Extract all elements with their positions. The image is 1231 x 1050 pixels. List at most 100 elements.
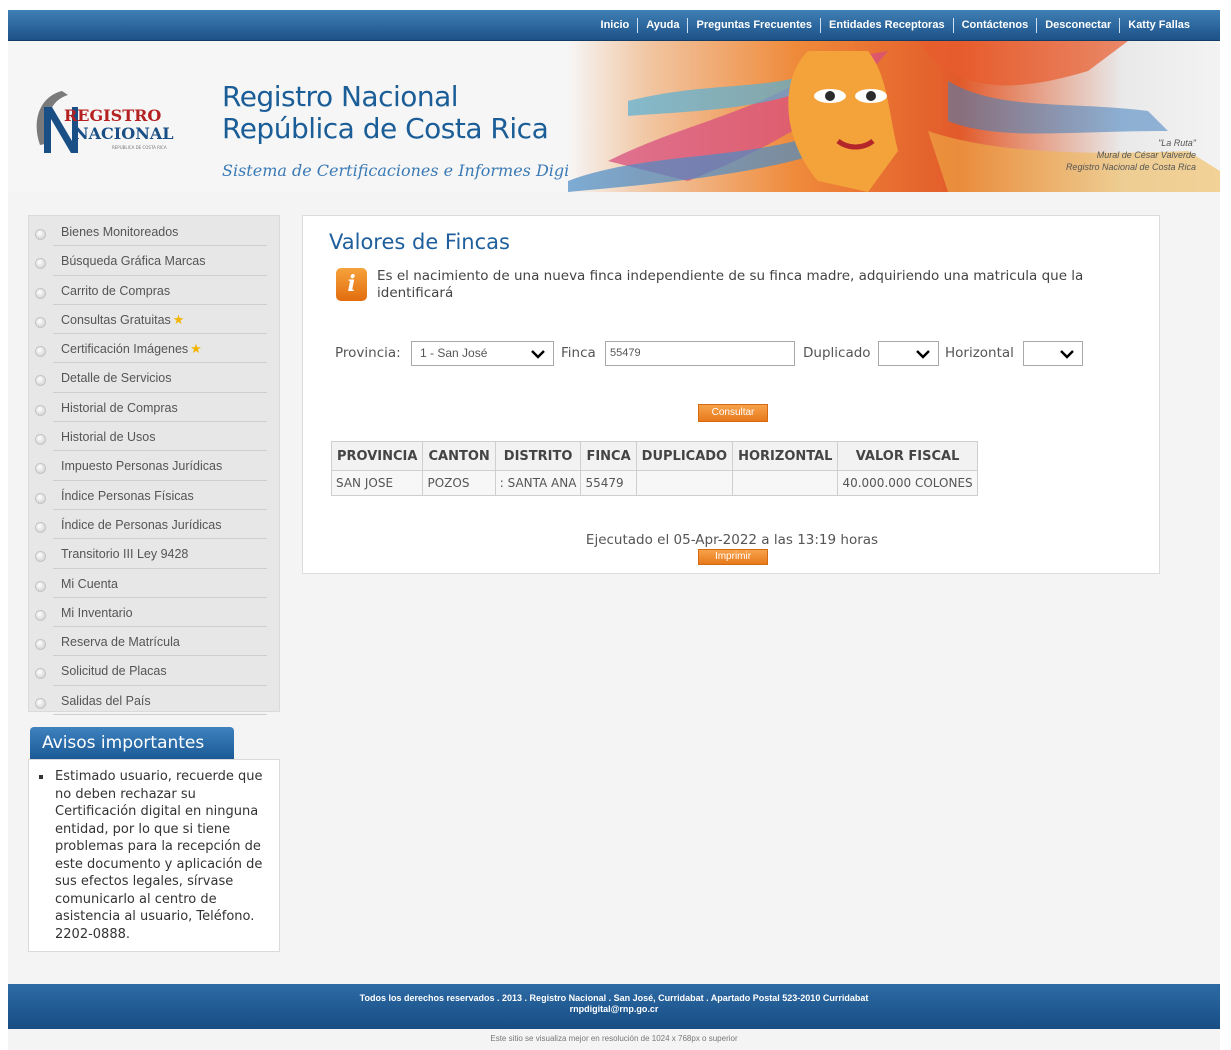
nav-link-contactenos[interactable]: Contáctenos bbox=[952, 18, 1037, 33]
bullet-icon bbox=[35, 639, 46, 651]
site-header: REGISTRO NACIONAL REPUBLICA DE COSTA RIC… bbox=[8, 41, 1220, 192]
site-title: Registro Nacional República de Costa Ric… bbox=[222, 81, 549, 145]
logo-line1: REGISTRO bbox=[64, 106, 161, 125]
sidebar-item-busqueda-grafica-marcas[interactable]: Búsqueda Gráfica Marcas bbox=[29, 248, 279, 277]
sidebar-item-certificacion-imagenes[interactable]: Certificación Imágenes ★ bbox=[29, 336, 279, 365]
provincia-select[interactable]: 1 - San José bbox=[411, 341, 554, 366]
mural-caption-line: "La Ruta" bbox=[1158, 138, 1196, 148]
sidebar-item-label: Índice de Personas Jurídicas bbox=[61, 517, 222, 532]
nav-link-inicio[interactable]: Inicio bbox=[593, 18, 638, 33]
finca-input[interactable]: 55479 bbox=[605, 341, 795, 366]
horizontal-select[interactable] bbox=[1023, 341, 1083, 366]
sidebar-item-transitorio-iii-ley-9428[interactable]: Transitorio III Ley 9428 bbox=[29, 541, 279, 570]
sidebar-item-label: Solicitud de Placas bbox=[61, 664, 167, 679]
avisos-box: Estimado usuario, recuerde que no deben … bbox=[28, 759, 280, 952]
bullet-icon bbox=[35, 463, 46, 475]
sidebar-item-bienes-monitoreados[interactable]: Bienes Monitoreados bbox=[29, 219, 279, 248]
sidebar-item-indice-de-personas-juridicas[interactable]: Índice de Personas Jurídicas bbox=[29, 512, 279, 541]
sidebar-menu: Bienes Monitoreados Búsqueda Gráfica Marc… bbox=[28, 215, 280, 716]
sidebar-item-salidas-del-pais[interactable]: Salidas del País bbox=[29, 688, 279, 717]
sidebar-item-solicitud-de-placas[interactable]: Solicitud de Placas bbox=[29, 658, 279, 687]
logo-line2: NACIONAL bbox=[74, 124, 173, 143]
mural-caption: "La Ruta" Mural de César Valverde Regist… bbox=[1066, 137, 1196, 173]
sidebar-item-reserva-de-matricula[interactable]: Reserva de Matrícula bbox=[29, 629, 279, 658]
nav-link-entidades-receptoras[interactable]: Entidades Receptoras bbox=[820, 18, 953, 33]
chevron-down-icon bbox=[1060, 350, 1074, 359]
footer-email[interactable]: rnpdigital@rnp.go.cr bbox=[8, 1004, 1220, 1015]
site-title-line2: República de Costa Rica bbox=[222, 112, 549, 145]
column-header-provincia: PROVINCIA bbox=[330, 441, 424, 471]
column-header-canton: CANTON bbox=[422, 441, 496, 471]
table-cell-finca: 55479 bbox=[580, 470, 637, 496]
column-header-duplicado: DUPLICADO bbox=[635, 441, 734, 471]
sidebar-item-impuesto-personas-juridicas[interactable]: Impuesto Personas Jurídicas bbox=[29, 453, 279, 482]
sidebar-item-label: Detalle de Servicios bbox=[61, 371, 172, 386]
table-cell-provincia: SAN JOSE bbox=[330, 470, 424, 496]
star-icon: ★ bbox=[190, 341, 202, 357]
chevron-down-icon bbox=[531, 350, 545, 359]
sidebar-item-label: Impuesto Personas Jurídicas bbox=[61, 459, 223, 474]
main-panel: Valores de Fincas i Es el nacimiento de … bbox=[302, 215, 1160, 574]
bullet-icon bbox=[35, 697, 46, 709]
sidebar-item-consultas-gratuitas[interactable]: Consultas Gratuitas ★ bbox=[29, 307, 279, 336]
imprimir-button[interactable]: Imprimir bbox=[698, 549, 768, 565]
resolution-note: Este sitio se visualiza mejor en resoluc… bbox=[490, 1034, 738, 1043]
bullet-icon bbox=[35, 492, 46, 504]
bullet-icon bbox=[35, 229, 46, 240]
sidebar-item-label: Mi Cuenta bbox=[61, 576, 118, 591]
results-table: PROVINCIA CANTON DISTRITO FINCA DUPLICADO HOR… bbox=[330, 441, 978, 496]
star-icon: ★ bbox=[172, 311, 185, 327]
nav-link-katty-fallas[interactable]: Katty Fallas bbox=[1119, 18, 1198, 33]
sidebar-item-label: Bienes Monitoreados bbox=[61, 225, 179, 239]
sidebar-list: Bienes Monitoreados Búsqueda Gráfica Marc… bbox=[29, 216, 279, 717]
nav-link-preguntas-frecuentes[interactable]: Preguntas Frecuentes bbox=[687, 18, 820, 33]
nav-link-ayuda[interactable]: Ayuda bbox=[637, 18, 687, 33]
sidebar-item-label: Historial de Usos bbox=[61, 430, 156, 445]
sidebar-item-detalle-de-servicios[interactable]: Detalle de Servicios bbox=[29, 365, 279, 394]
sidebar-item-label: Historial de Compras bbox=[61, 400, 178, 415]
avisos-title: Avisos importantes bbox=[30, 727, 234, 759]
site-subtitle: Sistema de Certificaciones e Informes Di… bbox=[222, 161, 609, 180]
sidebar-item-indice-personas-fisicas[interactable]: Índice Personas Físicas bbox=[29, 483, 279, 512]
top-nav-list: Inicio Ayuda Preguntas Frecuentes Entidades… bbox=[593, 18, 1198, 33]
sidebar-item-carrito-de-compras[interactable]: Carrito de Compras bbox=[29, 278, 279, 307]
logo-small: REPUBLICA DE COSTA RICA bbox=[112, 145, 167, 150]
provincia-select-value: 1 - San José bbox=[420, 346, 488, 360]
sidebar-item-mi-inventario[interactable]: Mi Inventario bbox=[29, 600, 279, 629]
bullet-icon bbox=[35, 609, 46, 621]
info-text: Es el nacimiento de una nueva finca inde… bbox=[377, 268, 1084, 301]
bullet-icon bbox=[35, 668, 46, 680]
table-cell-canton: POZOS bbox=[422, 470, 496, 496]
duplicado-label: Duplicado bbox=[803, 345, 871, 361]
nav-link-desconectar[interactable]: Desconectar bbox=[1036, 18, 1119, 33]
executed-timestamp: Ejecutado el 05-Apr-2022 a las 13:19 hor… bbox=[585, 532, 879, 548]
column-header-horizontal: HORIZONTAL bbox=[732, 441, 839, 471]
page-title: Valores de Fincas bbox=[329, 230, 510, 254]
bullet-icon bbox=[35, 580, 46, 592]
sidebar-item-label: Mi Inventario bbox=[61, 605, 133, 620]
chevron-down-icon bbox=[916, 350, 930, 359]
table-cell-distrito: : SANTA ANA bbox=[494, 470, 582, 496]
page: Inicio Ayuda Preguntas Frecuentes Entidades… bbox=[8, 10, 1220, 1050]
table-header-row: PROVINCIA CANTON DISTRITO FINCA DUPLICADO HOR… bbox=[330, 441, 978, 471]
sidebar-item-mi-cuenta[interactable]: Mi Cuenta bbox=[29, 571, 279, 600]
table-cell-horizontal bbox=[732, 470, 839, 496]
sidebar-item-historial-de-compras[interactable]: Historial de Compras bbox=[29, 395, 279, 424]
bullet-icon bbox=[35, 258, 46, 270]
bullet-icon bbox=[35, 287, 46, 299]
bullet-icon bbox=[35, 551, 46, 563]
consultar-button[interactable]: Consultar bbox=[698, 404, 768, 422]
bullet-icon bbox=[35, 521, 46, 533]
footer-copyright: Todos los derechos reservados . 2013 . R… bbox=[359, 993, 869, 1003]
table-cell-valor-fiscal: 40.000.000 COLONES bbox=[837, 470, 978, 496]
duplicado-select[interactable] bbox=[878, 341, 939, 366]
sidebar-item-historial-de-usos[interactable]: Historial de Usos bbox=[29, 424, 279, 453]
mural-caption-line: Registro Nacional de Costa Rica bbox=[1065, 162, 1196, 172]
top-nav-bar: Inicio Ayuda Preguntas Frecuentes Entidades… bbox=[8, 10, 1220, 41]
avisos-text: Estimado usuario, recuerde que no deben … bbox=[55, 769, 263, 942]
bullet-icon bbox=[35, 375, 46, 387]
sidebar-item-label: Reserva de Matrícula bbox=[61, 635, 180, 650]
registro-nacional-logo[interactable]: REGISTRO NACIONAL REPUBLICA DE COSTA RIC… bbox=[28, 83, 188, 163]
sidebar-item-label: Búsqueda Gráfica Marcas bbox=[61, 254, 206, 269]
bullet-icon bbox=[35, 346, 46, 358]
